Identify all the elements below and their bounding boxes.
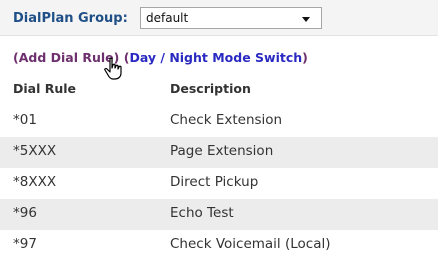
dial-rule-cell: *01: [13, 112, 37, 128]
add-dial-rule-link[interactable]: Add Dial Rule: [19, 50, 114, 65]
hand-cursor-icon: [104, 57, 122, 80]
description-cell: Check Extension: [170, 112, 283, 128]
description-cell: Check Voicemail (Local): [170, 236, 331, 252]
dialplan-group-value: default: [146, 11, 189, 25]
dial-rule-cell: *8XXX: [13, 174, 57, 190]
table-row[interactable]: *97 Check Voicemail (Local): [0, 230, 438, 261]
table-row[interactable]: *5XXX Page Extension: [0, 137, 438, 168]
description-cell: Page Extension: [170, 143, 274, 159]
dial-rule-cell: *96: [13, 205, 37, 221]
table-row[interactable]: *01 Check Extension: [0, 106, 438, 137]
action-links: (Add Dial Rule) (Day / Night Mode Switch…: [13, 50, 308, 65]
dialplan-group-bar: DialPlan Group: default: [0, 0, 438, 36]
table-row[interactable]: *8XXX Direct Pickup: [0, 168, 438, 199]
description-cell: Direct Pickup: [170, 174, 259, 190]
description-cell: Echo Test: [170, 205, 234, 221]
column-header-description: Description: [170, 81, 251, 96]
dial-rule-cell: *97: [13, 236, 37, 252]
dropdown-arrow-icon: [302, 17, 310, 22]
dial-rule-cell: *5XXX: [13, 143, 57, 159]
dial-rule-table: *01 Check Extension *5XXX Page Extension…: [0, 106, 438, 261]
column-header-dial-rule: Dial Rule: [13, 81, 77, 96]
day-night-mode-switch-link[interactable]: Day / Night Mode Switch: [129, 50, 302, 65]
table-row[interactable]: *96 Echo Test: [0, 199, 438, 230]
dialplan-group-label: DialPlan Group:: [13, 11, 128, 26]
dialplan-group-select[interactable]: default: [140, 7, 322, 29]
